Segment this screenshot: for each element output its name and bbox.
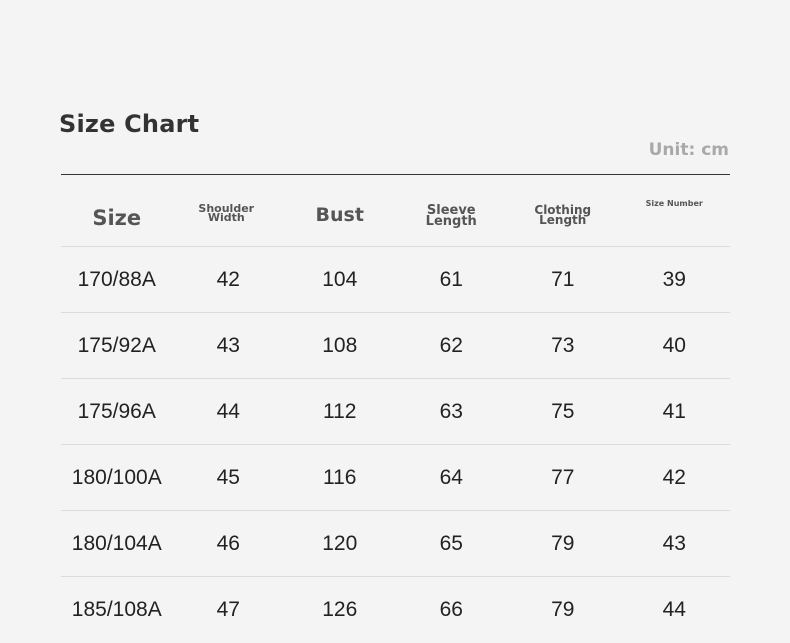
cell-shoulder-width: 42 <box>216 267 240 291</box>
cell-size-number: 43 <box>662 531 686 555</box>
cell-sleeve-length: 62 <box>439 333 463 357</box>
cell-clothing-length: 79 <box>551 598 575 621</box>
cell-bust: 116 <box>323 465 357 489</box>
header-clothing-length: Clothing Length <box>534 203 592 228</box>
cell-size-number: 39 <box>662 267 686 291</box>
cell-clothing-length: 75 <box>551 399 575 423</box>
cell-shoulder-width: 44 <box>216 399 240 423</box>
cell-shoulder-width: 46 <box>216 531 240 555</box>
header-size: Size <box>92 206 142 230</box>
unit-label: Unit: cm <box>648 140 729 160</box>
header-sleeve-length: Sleeve Length <box>425 203 477 230</box>
cell-sleeve-length: 64 <box>439 465 463 489</box>
cell-bust: 108 <box>322 333 358 357</box>
cell-shoulder-width: 45 <box>216 465 240 489</box>
cell-clothing-length: 79 <box>551 531 575 555</box>
cell-sleeve-length: 61 <box>439 267 463 291</box>
top-divider <box>61 174 730 175</box>
cell-clothing-length: 73 <box>551 333 575 357</box>
cell-bust: 120 <box>322 531 358 555</box>
table-header: Size Shoulder Width Bust Sleeve Length C… <box>61 180 730 247</box>
table-row: 175/96A 44 112 63 75 41 <box>61 379 730 445</box>
cell-size: 180/104A <box>71 531 162 555</box>
table-row: 180/104A 46 120 65 79 43 <box>61 511 730 577</box>
cell-size-number: 44 <box>662 598 686 621</box>
cell-sleeve-length: 63 <box>439 399 463 423</box>
page-title: Size Chart <box>59 110 200 138</box>
table-row: 185/108A 47 126 66 79 44 <box>61 577 730 643</box>
cell-sleeve-length: 65 <box>439 531 463 555</box>
cell-clothing-length: 77 <box>551 465 575 489</box>
cell-size-number: 41 <box>662 399 686 423</box>
cell-size: 185/108A <box>71 598 162 621</box>
cell-shoulder-width: 47 <box>216 598 240 621</box>
cell-bust: 112 <box>323 399 357 423</box>
header-bust: Bust <box>315 204 364 226</box>
size-table: Size Shoulder Width Bust Sleeve Length C… <box>61 180 730 643</box>
cell-size: 175/96A <box>77 399 156 423</box>
cell-bust: 104 <box>322 267 358 291</box>
header-size-number: Size Number <box>645 199 703 208</box>
cell-size-number: 40 <box>662 333 686 357</box>
table-row: 175/92A 43 108 62 73 40 <box>61 313 730 379</box>
header-shoulder-width: Shoulder Width <box>198 202 255 225</box>
cell-size-number: 42 <box>662 465 686 489</box>
cell-sleeve-length: 66 <box>439 598 463 621</box>
cell-size: 175/92A <box>77 333 156 357</box>
cell-bust: 126 <box>322 598 358 621</box>
cell-size: 180/100A <box>71 465 162 489</box>
cell-shoulder-width: 43 <box>216 333 240 357</box>
cell-clothing-length: 71 <box>551 267 575 291</box>
cell-size: 170/88A <box>77 267 156 291</box>
table-row: 180/100A 45 116 64 77 42 <box>61 445 730 511</box>
table-row: 170/88A 42 104 61 71 39 <box>61 247 730 313</box>
